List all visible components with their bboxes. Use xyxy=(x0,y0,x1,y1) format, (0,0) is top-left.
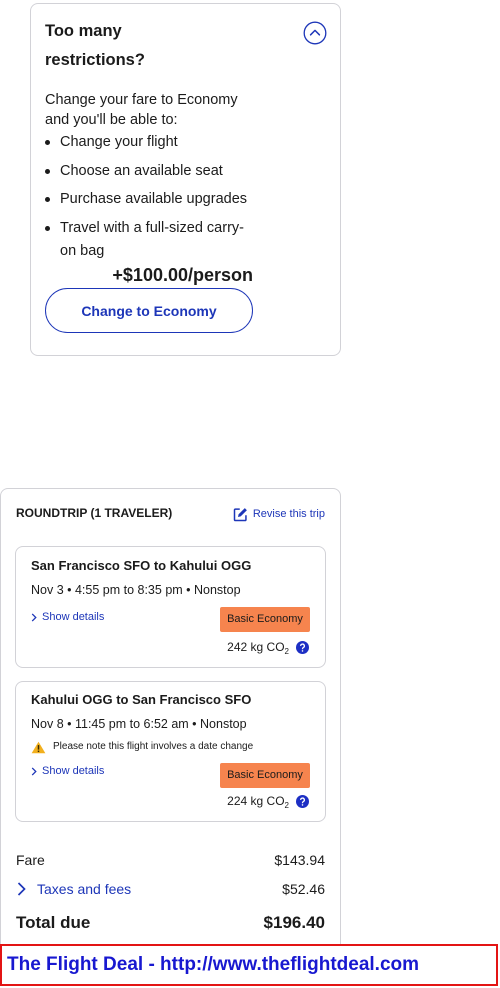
total-amount: $196.40 xyxy=(263,913,325,932)
benefit-item: Purchase available upgrades xyxy=(45,188,255,211)
fare-label: Fare xyxy=(16,852,45,868)
upsell-title: Too many restrictions? xyxy=(45,22,145,69)
taxes-label: Taxes and fees xyxy=(37,881,132,897)
change-to-economy-button[interactable]: Change to Economy xyxy=(45,288,253,333)
help-circle-icon[interactable] xyxy=(296,640,309,654)
taxes-amount: $52.46 xyxy=(282,881,325,897)
flight-schedule: Nov 3 • 4:55 pm to 8:35 pm • Nonstop xyxy=(31,583,241,597)
emissions-text: 242 kg CO2 xyxy=(227,639,289,656)
total-row: Total due $196.40 xyxy=(16,911,325,935)
banner-text: The Flight Deal - http://www.theflightde… xyxy=(7,954,420,975)
fare-row: Fare $143.94 xyxy=(16,850,325,870)
edit-icon xyxy=(233,507,248,522)
date-change-notice-text: Please note this flight involves a date … xyxy=(53,741,254,752)
taxes-row: Taxes and fees $52.46 xyxy=(16,879,325,899)
trip-heading: ROUNDTRIP (1 TRAVELER) xyxy=(16,506,173,520)
chevron-right-icon xyxy=(31,612,37,622)
emissions-gas-subscript: 2 xyxy=(284,647,289,656)
chevron-up-icon xyxy=(303,21,327,45)
emissions-amount: 224 kg xyxy=(227,794,264,808)
trip-summary-card: ROUNDTRIP (1 TRAVELER) Revise this trip … xyxy=(0,488,341,958)
show-details-link[interactable]: Show details xyxy=(31,609,104,625)
upgrade-price: +$100.00/person xyxy=(112,265,253,285)
benefit-item: Travel with a full-sized carry-on bag xyxy=(45,217,255,263)
emissions-gas-subscript: 2 xyxy=(284,801,289,810)
flight-schedule: Nov 8 • 11:45 pm to 6:52 am • Nonstop xyxy=(31,717,247,731)
show-details-label: Show details xyxy=(42,765,105,777)
flight-segment-outbound: San Francisco SFO to Kahului OGG Nov 3 •… xyxy=(15,546,326,668)
date-change-notice: Please note this flight involves a date … xyxy=(31,740,253,754)
show-details-link[interactable]: Show details xyxy=(31,763,104,779)
upsell-intro: Change your fare to Economy and you'll b… xyxy=(45,92,238,128)
benefit-list: Change your flight Choose an available s… xyxy=(45,131,260,268)
emissions-gas: CO xyxy=(266,640,285,654)
chevron-right-icon xyxy=(17,882,26,896)
benefit-item: Choose an available seat xyxy=(45,160,255,183)
emissions-info: 224 kg CO2 xyxy=(227,793,309,810)
warning-icon xyxy=(31,741,46,754)
show-details-label: Show details xyxy=(42,611,105,623)
emissions-info: 242 kg CO2 xyxy=(227,639,309,656)
emissions-amount: 242 kg xyxy=(227,640,264,654)
flight-segment-return: Kahului OGG to San Francisco SFO Nov 8 •… xyxy=(15,681,326,822)
chevron-right-icon xyxy=(31,766,37,776)
taxes-and-fees-toggle[interactable]: Taxes and fees xyxy=(16,881,131,897)
watermark-banner: The Flight Deal - http://www.theflightde… xyxy=(0,944,498,986)
flight-route: Kahului OGG to San Francisco SFO xyxy=(31,692,252,707)
revise-trip-link[interactable]: Revise this trip xyxy=(233,506,325,522)
emissions-gas: CO xyxy=(266,794,285,808)
benefit-item: Change your flight xyxy=(45,131,255,154)
economy-upsell-card: Too many restrictions? Change your fare … xyxy=(30,3,341,356)
help-circle-icon[interactable] xyxy=(296,794,309,808)
total-label: Total due xyxy=(16,913,91,932)
collapse-upsell-button[interactable] xyxy=(303,21,327,45)
emissions-text: 224 kg CO2 xyxy=(227,793,289,810)
fare-class-badge: Basic Economy xyxy=(220,763,310,788)
fare-amount: $143.94 xyxy=(274,852,325,868)
fare-class-badge: Basic Economy xyxy=(220,607,310,632)
revise-trip-label: Revise this trip xyxy=(252,508,325,520)
flight-route: San Francisco SFO to Kahului OGG xyxy=(31,558,252,573)
